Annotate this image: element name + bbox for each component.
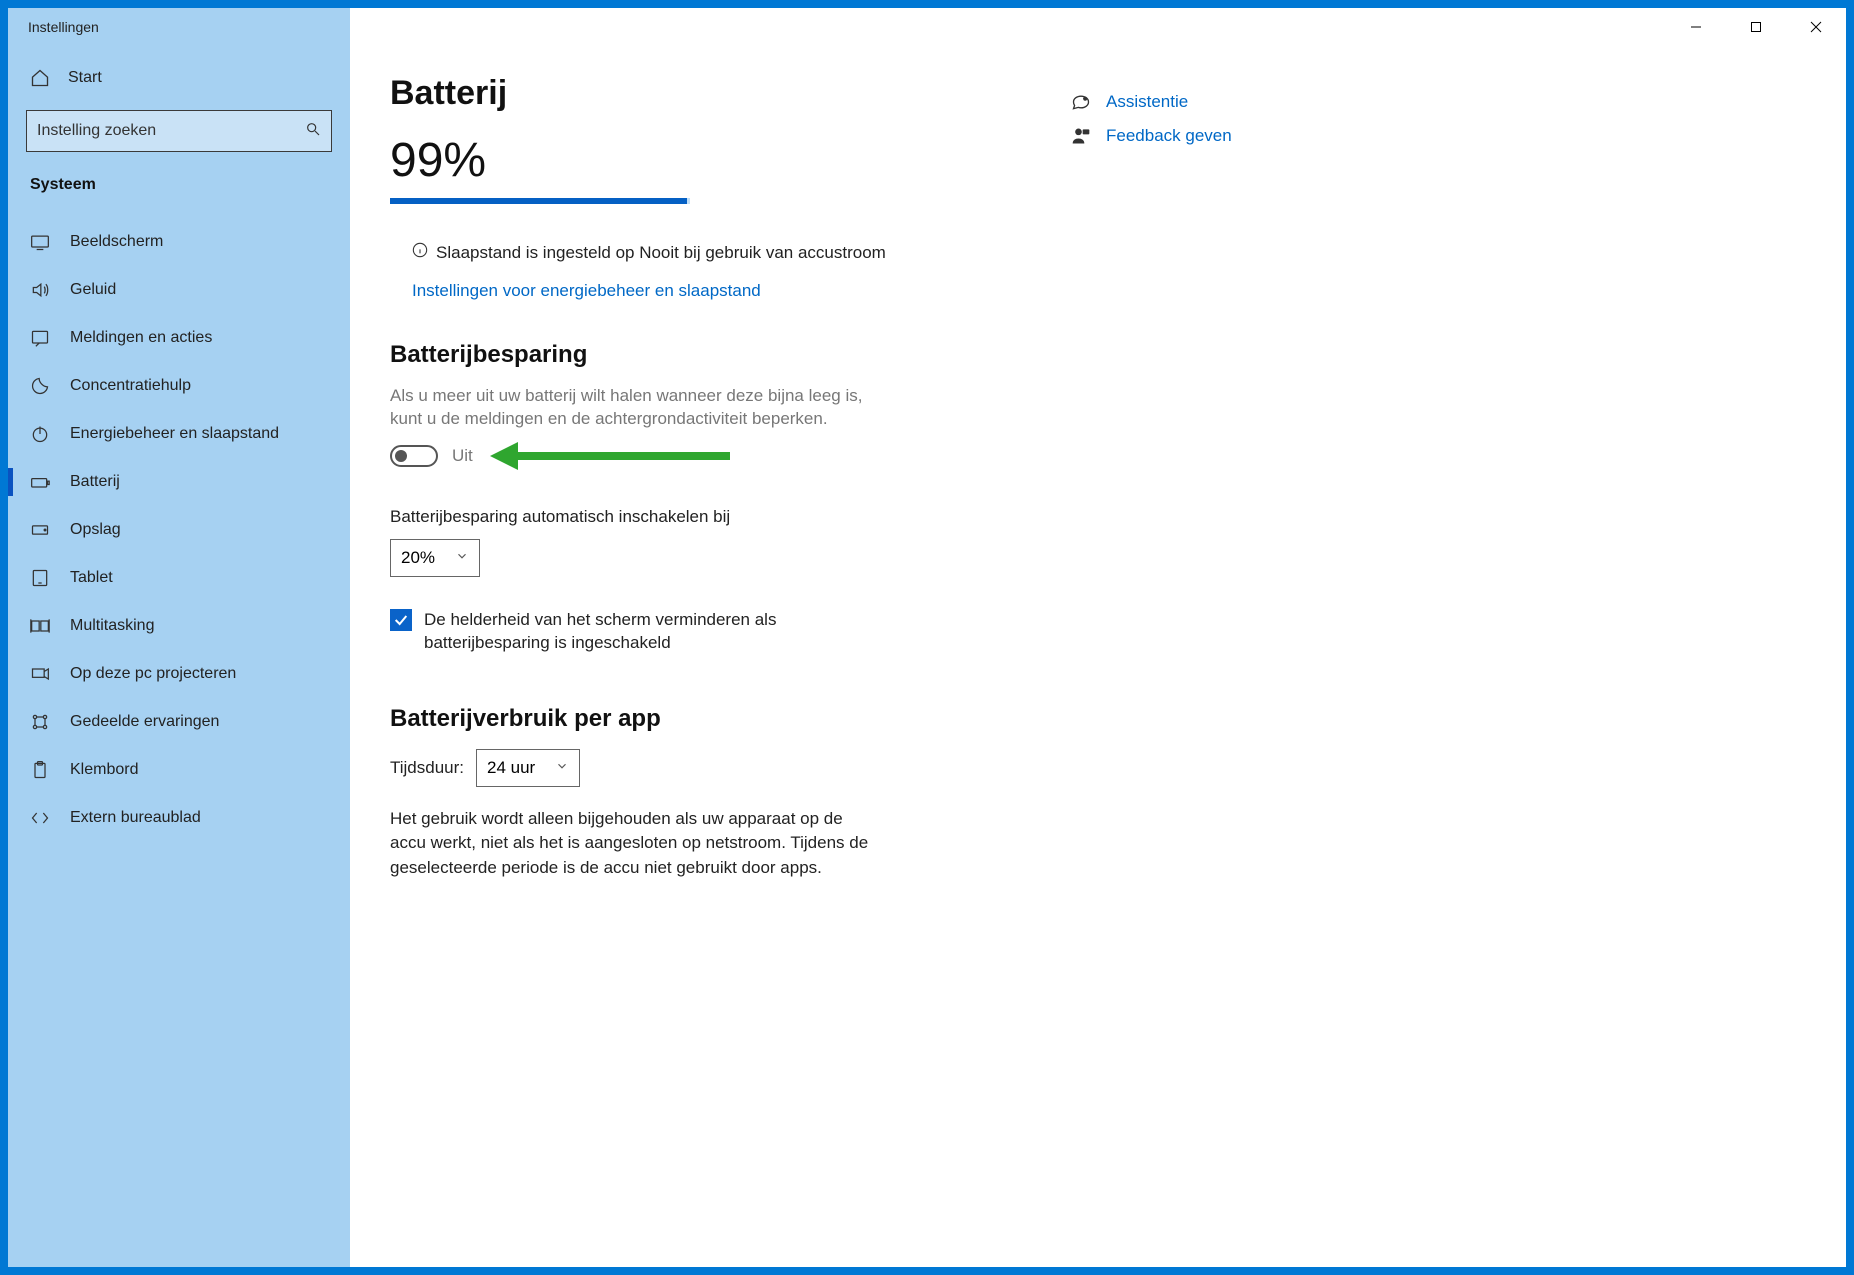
home-icon bbox=[30, 68, 50, 88]
window-controls bbox=[1666, 8, 1846, 46]
multitasking-icon bbox=[30, 616, 50, 636]
duration-row: Tijdsduur: 24 uur bbox=[390, 749, 1030, 787]
page-title: Batterij bbox=[390, 74, 1030, 113]
info-icon bbox=[412, 242, 428, 263]
close-icon bbox=[1810, 21, 1822, 33]
sidebar-item-clipboard[interactable]: Klembord bbox=[8, 746, 350, 794]
home-label: Start bbox=[68, 69, 102, 87]
sidebar: Start Systeem Beeldscherm Geluid bbox=[8, 46, 350, 1267]
sleep-info: Slaapstand is ingesteld op Nooit bij geb… bbox=[412, 242, 1030, 263]
home-link[interactable]: Start bbox=[8, 56, 350, 100]
sidebar-item-sound[interactable]: Geluid bbox=[8, 266, 350, 314]
brightness-check-row: De helderheid van het scherm verminderen… bbox=[390, 609, 1030, 655]
battery-icon bbox=[30, 472, 50, 492]
sidebar-category: Systeem bbox=[8, 166, 350, 208]
auto-enable-select[interactable]: 20% bbox=[390, 539, 480, 577]
sidebar-item-project[interactable]: Op deze pc projecteren bbox=[8, 650, 350, 698]
battery-progress bbox=[390, 198, 690, 204]
sidebar-item-remote[interactable]: Extern bureaublad bbox=[8, 794, 350, 842]
sidebar-item-label: Multitasking bbox=[70, 617, 154, 635]
tablet-icon bbox=[30, 568, 50, 588]
sidebar-item-label: Meldingen en acties bbox=[70, 329, 212, 347]
project-icon bbox=[30, 664, 50, 684]
sidebar-item-label: Gedeelde ervaringen bbox=[70, 713, 219, 731]
sidebar-item-storage[interactable]: Opslag bbox=[8, 506, 350, 554]
sidebar-item-label: Klembord bbox=[70, 761, 138, 779]
chevron-down-icon bbox=[555, 758, 569, 778]
battery-saver-state: Uit bbox=[452, 446, 473, 466]
search-icon bbox=[305, 121, 321, 142]
battery-percentage: 99% bbox=[390, 133, 1030, 188]
search-input[interactable] bbox=[37, 122, 305, 140]
sidebar-item-label: Concentratiehulp bbox=[70, 377, 191, 395]
feedback-icon bbox=[1070, 126, 1092, 146]
chevron-down-icon bbox=[455, 548, 469, 568]
sidebar-item-label: Opslag bbox=[70, 521, 121, 539]
maximize-button[interactable] bbox=[1726, 8, 1786, 46]
assist-label: Assistentie bbox=[1106, 92, 1188, 112]
sound-icon bbox=[30, 280, 50, 300]
toggle-knob bbox=[395, 450, 407, 462]
search-box[interactable] bbox=[26, 110, 332, 152]
sidebar-item-label: Energiebeheer en slaapstand bbox=[70, 425, 279, 443]
sidebar-item-notifications[interactable]: Meldingen en acties bbox=[8, 314, 350, 362]
remote-icon bbox=[30, 808, 50, 828]
sidebar-item-label: Op deze pc projecteren bbox=[70, 665, 236, 683]
duration-label: Tijdsduur: bbox=[390, 758, 464, 778]
storage-icon bbox=[30, 520, 50, 540]
sidebar-item-label: Beeldscherm bbox=[70, 233, 163, 251]
duration-select[interactable]: 24 uur bbox=[476, 749, 580, 787]
feedback-label: Feedback geven bbox=[1106, 126, 1232, 146]
close-button[interactable] bbox=[1786, 8, 1846, 46]
usage-title: Batterijverbruik per app bbox=[390, 705, 1030, 733]
clipboard-icon bbox=[30, 760, 50, 780]
main-column: Batterij 99% Slaapstand is ingesteld op … bbox=[390, 74, 1030, 1267]
brightness-checkbox[interactable] bbox=[390, 609, 412, 631]
minimize-icon bbox=[1690, 21, 1702, 33]
settings-window: Instellingen Start bbox=[8, 8, 1846, 1267]
assist-icon bbox=[1070, 92, 1092, 112]
sidebar-item-tablet[interactable]: Tablet bbox=[8, 554, 350, 602]
body: Start Systeem Beeldscherm Geluid bbox=[8, 46, 1846, 1267]
battery-saver-title: Batterijbesparing bbox=[390, 341, 1030, 369]
battery-progress-fill bbox=[390, 198, 687, 204]
sidebar-item-power[interactable]: Energiebeheer en slaapstand bbox=[8, 410, 350, 458]
auto-enable-value: 20% bbox=[401, 548, 435, 568]
usage-desc: Het gebruik wordt alleen bijgehouden als… bbox=[390, 807, 880, 881]
feedback-link[interactable]: Feedback geven bbox=[1070, 126, 1330, 146]
minimize-button[interactable] bbox=[1666, 8, 1726, 46]
focus-icon bbox=[30, 376, 50, 396]
duration-value: 24 uur bbox=[487, 758, 535, 778]
sidebar-item-focus[interactable]: Concentratiehulp bbox=[8, 362, 350, 410]
auto-enable-label: Batterijbesparing automatisch inschakele… bbox=[390, 507, 1030, 527]
sidebar-item-battery[interactable]: Batterij bbox=[8, 458, 350, 506]
battery-saver-desc: Als u meer uit uw batterij wilt halen wa… bbox=[390, 385, 880, 431]
power-settings-link[interactable]: Instellingen voor energiebeheer en slaap… bbox=[412, 281, 761, 301]
content: Batterij 99% Slaapstand is ingesteld op … bbox=[350, 46, 1846, 1267]
sidebar-item-label: Geluid bbox=[70, 281, 116, 299]
right-column: Assistentie Feedback geven bbox=[1070, 74, 1330, 1267]
notifications-icon bbox=[30, 328, 50, 348]
titlebar: Instellingen bbox=[8, 8, 1846, 46]
sidebar-item-multitasking[interactable]: Multitasking bbox=[8, 602, 350, 650]
assist-link[interactable]: Assistentie bbox=[1070, 92, 1330, 112]
sidebar-item-display[interactable]: Beeldscherm bbox=[8, 218, 350, 266]
battery-saver-toggle-row: Uit bbox=[390, 445, 1030, 467]
sleep-info-text: Slaapstand is ingesteld op Nooit bij geb… bbox=[436, 243, 886, 263]
brightness-check-label: De helderheid van het scherm verminderen… bbox=[424, 609, 864, 655]
annotation-arrow-icon bbox=[490, 438, 730, 474]
shared-icon bbox=[30, 712, 50, 732]
sidebar-item-label: Batterij bbox=[70, 473, 120, 491]
sidebar-item-label: Tablet bbox=[70, 569, 113, 587]
check-icon bbox=[393, 612, 409, 628]
nav-list: Beeldscherm Geluid Meldingen en acties C… bbox=[8, 218, 350, 842]
display-icon bbox=[30, 232, 50, 252]
sidebar-item-label: Extern bureaublad bbox=[70, 809, 201, 827]
power-icon bbox=[30, 424, 50, 444]
sidebar-item-shared[interactable]: Gedeelde ervaringen bbox=[8, 698, 350, 746]
window-title: Instellingen bbox=[8, 8, 350, 46]
maximize-icon bbox=[1750, 21, 1762, 33]
battery-saver-toggle[interactable] bbox=[390, 445, 438, 467]
